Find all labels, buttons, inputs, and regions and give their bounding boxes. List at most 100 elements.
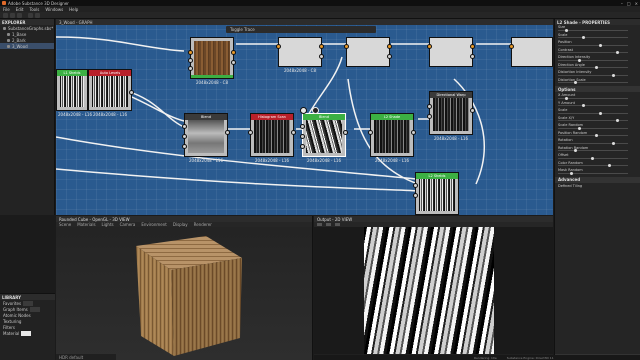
property-slider[interactable] [558,59,628,61]
node-output-port[interactable] [387,44,392,49]
save-icon[interactable] [17,13,22,18]
slider-handle[interactable] [595,66,598,69]
3d-view-panel[interactable]: Rounded Cube - OpenGL - 3D VIEW Scene Ma… [56,216,313,360]
node-input-port[interactable] [300,134,305,139]
node-input-port[interactable] [188,58,193,63]
node-output-port[interactable] [225,130,230,135]
node-output-port[interactable] [231,50,236,55]
graph-node[interactable]: L1 Shelds 2048x2048 - L16 [56,69,92,117]
property-slider[interactable] [558,142,628,144]
property-slider[interactable] [558,82,628,83]
slider-handle[interactable] [570,171,573,175]
node-input-port[interactable] [427,104,432,109]
slider-handle[interactable] [582,36,585,39]
slider-handle[interactable] [591,156,594,160]
slider-handle[interactable] [612,141,615,145]
property-slider[interactable] [558,29,628,31]
property-slider[interactable] [558,112,628,114]
graph-node[interactable]: Auto Levels 2048x2048 - L16 [88,69,134,117]
tree-item-package[interactable]: SubstanceGraphs.sbs* [0,25,54,31]
graph-node-selected[interactable]: Blend 2048x2048 - L16 [300,113,348,163]
menu-tools[interactable]: Tools [29,7,39,12]
slider-handle[interactable] [599,43,602,47]
maximize-icon[interactable]: □ [627,1,631,6]
minimize-icon[interactable]: – [621,1,623,6]
node-input-port[interactable] [276,44,281,49]
menu-help[interactable]: Help [69,7,78,12]
library-item[interactable]: Material [0,330,55,336]
graph-node[interactable]: Directional Warp 2048x2048 - L16 [427,91,475,141]
properties-section[interactable]: Advanced [555,176,640,183]
slider-handle[interactable] [608,164,611,167]
property-slider[interactable] [558,67,628,68]
graph-node[interactable]: 2048x2048 - C8 [276,37,324,73]
slider-handle[interactable] [574,81,577,84]
node-input-port[interactable] [427,44,432,49]
graph-node[interactable]: L2 Shade 2048x2048 - L16 [368,113,416,163]
slider-handle[interactable] [582,104,585,107]
node-input-port[interactable] [413,193,418,198]
property-slider[interactable] [558,135,628,136]
properties-section[interactable]: Options [555,86,640,92]
property-slider[interactable] [558,44,628,46]
node-input-port[interactable] [188,66,193,71]
slider-handle[interactable] [578,126,581,130]
node-input-port[interactable] [300,124,305,129]
node-input-port[interactable] [182,134,187,139]
node-output-port[interactable] [231,60,236,65]
undo-icon[interactable] [28,13,33,18]
property-slider[interactable] [558,105,628,106]
open-file-icon[interactable] [10,13,15,18]
node-output-port[interactable] [343,130,348,135]
property-slider[interactable] [558,150,628,151]
property-slider[interactable] [558,37,628,38]
property-slider[interactable] [558,74,628,76]
node-output-port[interactable] [470,108,475,113]
node-input-port[interactable] [182,144,187,149]
view-output-icon[interactable] [300,107,307,114]
menu-windows[interactable]: Windows [45,7,63,12]
node-output-port[interactable] [387,54,392,59]
menu-file[interactable]: File [3,7,10,12]
close-icon[interactable]: × [635,1,638,6]
node-input-port[interactable] [509,44,514,49]
graph-node[interactable]: Blend 2048x2048 - L16 [182,113,230,163]
node-input-port[interactable] [427,114,432,119]
node-input-port[interactable] [344,44,349,49]
graph-view[interactable]: 3_Wood - GRAPH Toggle Trace 2048x2048 - … [56,19,553,215]
slider-handle[interactable] [565,28,568,32]
node-input-port[interactable] [368,130,373,135]
slider-handle[interactable] [616,119,619,122]
slider-handle[interactable] [612,73,615,77]
graph-tab[interactable]: 3_Wood - GRAPH [59,20,93,25]
node-output-port[interactable] [291,130,296,135]
menu-edit[interactable]: Edit [16,7,24,12]
tree-item-graph-selected[interactable]: 3_Wood [0,43,54,49]
redo-icon[interactable] [35,13,40,18]
node-output-port[interactable] [470,54,475,59]
slider-handle[interactable] [595,134,598,137]
property-slider[interactable] [558,97,628,99]
property-slider[interactable] [558,172,628,174]
toolbar-icon[interactable] [317,223,322,226]
node-output-port[interactable] [319,44,324,49]
node-input-port[interactable] [248,130,253,135]
environment-label[interactable]: HDR default [59,355,83,360]
node-input-port[interactable] [413,183,418,188]
toolbar-icon[interactable] [326,223,331,226]
node-output-port[interactable] [129,90,134,95]
new-file-icon[interactable] [3,13,8,18]
graph-node[interactable]: 2048x2048 - C8 [188,37,236,85]
node-input-port[interactable] [188,50,193,55]
graph-node[interactable] [509,37,553,67]
node-output-port[interactable] [319,54,324,59]
slider-handle[interactable] [599,111,602,115]
slider-handle[interactable] [574,149,577,152]
node-output-port[interactable] [470,44,475,49]
graph-node[interactable] [427,37,475,67]
graph-node[interactable]: Histogram Scan 2048x2048 - L16 [248,113,296,163]
slider-handle[interactable] [578,58,581,62]
toolbar-icon[interactable] [335,223,340,226]
slider-handle[interactable] [565,96,568,100]
slider-handle[interactable] [616,51,619,54]
